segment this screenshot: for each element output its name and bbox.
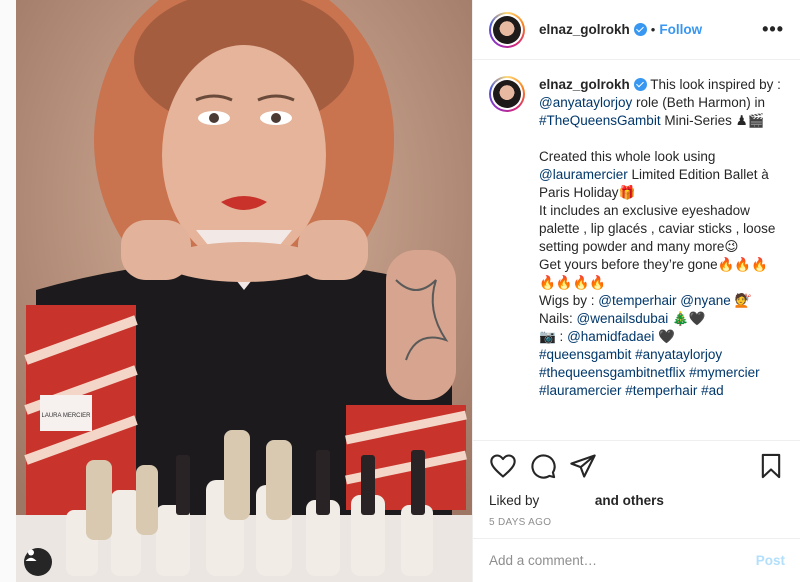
- action-icons-row: [489, 451, 785, 481]
- caption-mention[interactable]: @hamidfadaei: [567, 329, 654, 344]
- post-photo[interactable]: LAURA MERCIER: [16, 0, 472, 582]
- comment-icon[interactable]: [529, 452, 557, 480]
- more-options-icon[interactable]: •••: [762, 19, 784, 40]
- caption-username[interactable]: elnaz_golrokh: [539, 77, 630, 92]
- caption-mention[interactable]: @nyane: [680, 293, 731, 308]
- likes-prefix: Liked by: [489, 493, 540, 508]
- post-photo-illustration: LAURA MERCIER: [16, 0, 472, 582]
- caption-hashtags[interactable]: #queensgambit #anyataylorjoy #thequeensg…: [539, 347, 760, 398]
- caption-text: role (Beth Harmon) in: [632, 95, 766, 110]
- header-separator: •: [650, 22, 656, 37]
- add-comment-bar: Post: [473, 538, 800, 582]
- author-username[interactable]: elnaz_golrokh: [539, 22, 630, 37]
- caption-text: Limited Edition Ballet à Paris Holiday🎁 …: [539, 167, 776, 308]
- comment-input[interactable]: [489, 553, 756, 568]
- comments-area[interactable]: elnaz_golrokh This look inspired by : @a…: [473, 60, 800, 436]
- post-header: elnaz_golrokh • Follow •••: [473, 0, 800, 60]
- caption-hashtag[interactable]: #TheQueensGambit: [539, 113, 661, 128]
- heart-icon[interactable]: [489, 452, 517, 480]
- user-tag-icon[interactable]: [24, 548, 52, 576]
- post-timestamp[interactable]: 5 DAYS AGO: [489, 517, 785, 528]
- caption-mention[interactable]: @temperhair: [598, 293, 676, 308]
- caption-text: 🖤: [658, 329, 675, 344]
- likes-line: Liked by and others: [489, 493, 785, 508]
- caption-mention[interactable]: @lauramercier: [539, 167, 628, 182]
- bookmark-icon[interactable]: [757, 452, 785, 480]
- likes-others-link[interactable]: and others: [595, 493, 664, 508]
- author-avatar[interactable]: [489, 11, 525, 48]
- caption-verified-badge-icon: [633, 78, 647, 91]
- follow-button[interactable]: Follow: [659, 22, 702, 37]
- caption-mention[interactable]: @wenailsdubai: [577, 311, 669, 326]
- post-actions: Liked by and others 5 DAYS AGO: [473, 440, 800, 528]
- post-side-panel: elnaz_golrokh • Follow ••• elnaz_golrokh…: [472, 0, 800, 582]
- box-brand-label: LAURA MERCIER: [41, 413, 91, 419]
- caption-mention[interactable]: @anyataylorjoy: [539, 95, 632, 110]
- post-comment-button[interactable]: Post: [756, 553, 785, 568]
- verified-badge-icon: [633, 23, 647, 36]
- caption-text: This look inspired by :: [646, 77, 781, 92]
- share-icon[interactable]: [569, 452, 597, 480]
- caption-author-avatar[interactable]: [489, 76, 525, 112]
- post-caption: elnaz_golrokh This look inspired by : @a…: [539, 76, 784, 436]
